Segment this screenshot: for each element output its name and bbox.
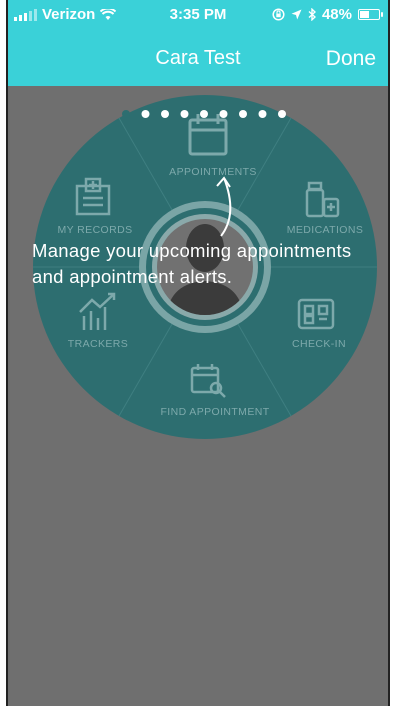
page-dot[interactable] xyxy=(122,110,130,118)
page-dot[interactable] xyxy=(219,110,228,118)
find-appointment-label: FIND APPOINTMENT xyxy=(160,406,269,418)
trackers-label: TRACKERS xyxy=(68,338,128,350)
tutorial-message: Manage your upcoming appointments and ap… xyxy=(32,240,352,287)
page-dot[interactable] xyxy=(161,110,169,118)
page-indicator xyxy=(122,110,286,118)
check-in-label: CHECK-IN xyxy=(292,338,346,350)
page-dot[interactable] xyxy=(141,110,150,118)
page-dot[interactable] xyxy=(258,110,267,118)
page-dot[interactable] xyxy=(239,110,247,118)
medications-label: MEDICATIONS xyxy=(287,224,364,236)
appointments-label: APPOINTMENTS xyxy=(169,166,257,178)
page-dot[interactable] xyxy=(278,110,286,118)
page-dot[interactable] xyxy=(180,110,189,118)
menu-wheel: APPOINTMENTS MEDICATIONS CHECK-IN FIND A… xyxy=(33,95,377,439)
app-screen: Verizon 3:35 PM 48% Cara Test Done APPOI… xyxy=(6,0,390,706)
page-dot[interactable] xyxy=(200,110,208,118)
my-records-label: MY RECORDS xyxy=(58,224,133,236)
